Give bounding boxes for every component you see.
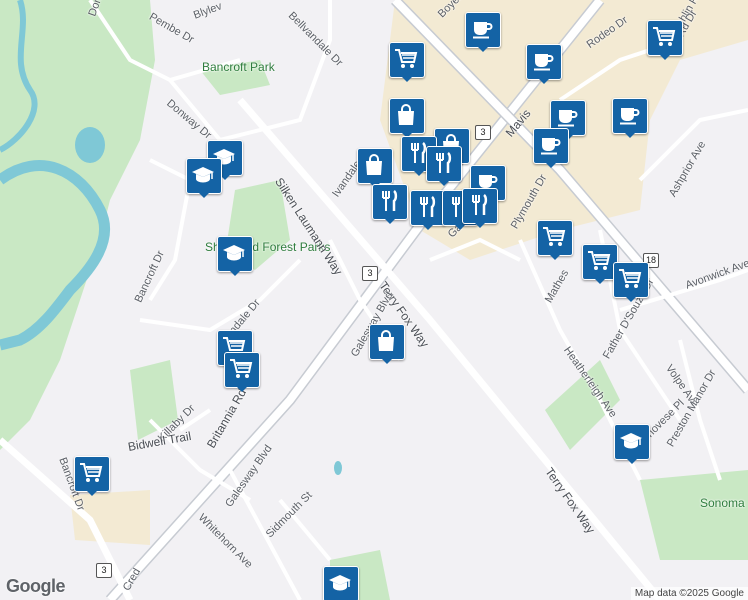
school-marker[interactable] — [614, 424, 650, 464]
google-logo: Google — [6, 576, 66, 596]
coffee-marker[interactable] — [526, 44, 562, 84]
pond — [75, 127, 105, 163]
route-shield: 3 — [362, 266, 378, 281]
cart-marker[interactable] — [647, 20, 683, 60]
fork-knife-marker[interactable] — [462, 188, 498, 228]
bag-marker[interactable] — [357, 148, 393, 188]
park-label: Sonoma — [700, 496, 745, 510]
arterial-road — [107, 0, 604, 600]
cart-marker[interactable] — [389, 42, 425, 82]
coffee-marker[interactable] — [612, 98, 648, 138]
school-marker[interactable] — [323, 566, 359, 600]
school-marker[interactable] — [186, 158, 222, 198]
route-shield: 3 — [96, 563, 112, 578]
map-canvas[interactable]: Bancroft Park Sherwood Forest Parks Sono… — [0, 0, 748, 600]
fork-knife-marker[interactable] — [426, 146, 462, 186]
bag-marker[interactable] — [389, 98, 425, 138]
fork-knife-marker[interactable] — [410, 190, 446, 230]
park-label: Bancroft Park — [202, 60, 275, 74]
coffee-marker[interactable] — [533, 128, 569, 168]
coffee-marker[interactable] — [465, 12, 501, 52]
route-shield: 3 — [475, 125, 491, 140]
park-area — [640, 470, 748, 560]
cart-marker[interactable] — [74, 456, 110, 496]
cart-marker[interactable] — [224, 352, 260, 392]
fork-knife-marker[interactable] — [372, 184, 408, 224]
cart-marker[interactable] — [613, 262, 649, 302]
bag-marker[interactable] — [369, 324, 405, 364]
map-attribution: Map data ©2025 Google — [630, 587, 748, 600]
cart-marker[interactable] — [537, 220, 573, 260]
school-marker[interactable] — [217, 236, 253, 276]
pond — [334, 461, 342, 475]
